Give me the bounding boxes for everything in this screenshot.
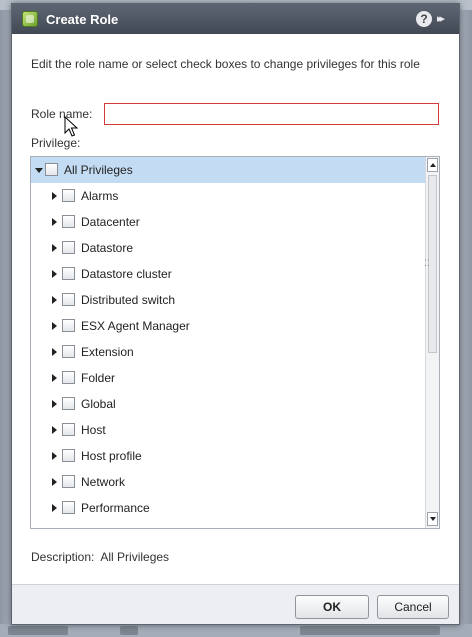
- chevron-right-icon[interactable]: [52, 244, 57, 252]
- tree-row[interactable]: Alarms: [31, 183, 425, 209]
- cancel-button[interactable]: Cancel: [377, 595, 449, 619]
- resize-grip-icon[interactable]: ⁚⁚: [424, 259, 430, 268]
- expand-icon[interactable]: ▸▸: [437, 10, 455, 28]
- tree-row-label: Folder: [81, 371, 116, 385]
- chevron-down-icon[interactable]: [35, 168, 43, 173]
- privilege-checkbox[interactable]: [62, 475, 75, 488]
- mouse-cursor-icon: [64, 116, 79, 137]
- tree-row-label: All Privileges: [64, 163, 133, 177]
- tree-row-label: Datastore: [81, 241, 134, 255]
- tree-row-label: Host profile: [81, 449, 142, 463]
- description-label: Description:: [31, 550, 95, 564]
- tree-row-label: Distributed switch: [81, 293, 176, 307]
- privilege-checkbox[interactable]: [62, 293, 75, 306]
- chevron-right-icon[interactable]: [52, 400, 57, 408]
- privilege-tree: All Privileges Alarms Datacenter Datastore D…: [30, 156, 440, 529]
- privilege-checkbox[interactable]: [62, 215, 75, 228]
- chevron-right-icon[interactable]: [52, 270, 57, 278]
- privilege-checkbox[interactable]: [62, 267, 75, 280]
- chevron-right-icon[interactable]: [52, 426, 57, 434]
- privilege-checkbox[interactable]: [62, 241, 75, 254]
- chevron-right-icon[interactable]: [52, 452, 57, 460]
- role-name-input[interactable]: [104, 103, 439, 125]
- tree-row[interactable]: Distributed switch: [31, 287, 425, 313]
- chevron-right-icon[interactable]: [52, 348, 57, 356]
- tree-row[interactable]: Host profile: [31, 443, 425, 469]
- chevron-right-icon[interactable]: [52, 374, 57, 382]
- tree-row[interactable]: Host: [31, 417, 425, 443]
- tree-row[interactable]: Datacenter: [31, 209, 425, 235]
- vsphere-role-icon: [22, 11, 38, 27]
- privilege-checkbox[interactable]: [45, 163, 58, 176]
- tree-row[interactable]: Extension: [31, 339, 425, 365]
- privilege-checkbox[interactable]: [62, 449, 75, 462]
- chevron-right-icon[interactable]: [52, 478, 57, 486]
- tree-row[interactable]: Datastore: [31, 235, 425, 261]
- scroll-down-button[interactable]: [427, 512, 438, 526]
- tree-row-label: Alarms: [81, 189, 119, 203]
- tree-row-label: ESX Agent Manager: [81, 319, 190, 333]
- privilege-checkbox[interactable]: [62, 397, 75, 410]
- scroll-up-button[interactable]: [427, 158, 438, 172]
- dialog-titlebar[interactable]: Create Role ? ▸▸: [12, 4, 459, 34]
- tree-scrollbar[interactable]: [425, 157, 439, 528]
- privilege-checkbox[interactable]: [62, 371, 75, 384]
- privilege-label: Privilege:: [31, 136, 81, 150]
- privilege-checkbox[interactable]: [62, 189, 75, 202]
- instructions-text: Edit the role name or select check boxes…: [31, 57, 420, 71]
- dialog-title: Create Role: [46, 12, 119, 27]
- privilege-checkbox[interactable]: [62, 319, 75, 332]
- background-taskbar: [0, 624, 472, 637]
- tree-row-label: Global: [81, 397, 116, 411]
- tree-row-label: Network: [81, 475, 126, 489]
- privilege-checkbox[interactable]: [62, 501, 75, 514]
- tree-row[interactable]: Performance: [31, 495, 425, 521]
- tree-row[interactable]: ESX Agent Manager: [31, 313, 425, 339]
- tree-row[interactable]: Global: [31, 391, 425, 417]
- dialog-footer: OK Cancel: [12, 584, 459, 624]
- help-icon[interactable]: ?: [416, 11, 432, 27]
- chevron-right-icon[interactable]: [52, 192, 57, 200]
- tree-row-label: Performance: [81, 501, 150, 515]
- tree-row-label: Extension: [81, 345, 134, 359]
- description-row: Description: All Privileges: [31, 550, 169, 564]
- tree-row[interactable]: Folder: [31, 365, 425, 391]
- tree-row[interactable]: Datastore cluster: [31, 261, 425, 287]
- chevron-right-icon[interactable]: [52, 322, 57, 330]
- create-role-dialog: Create Role ? ▸▸ Edit the role name or s…: [11, 3, 460, 625]
- chevron-right-icon[interactable]: [52, 218, 57, 226]
- tree-row-label: Datacenter: [81, 215, 140, 229]
- privilege-checkbox[interactable]: [62, 423, 75, 436]
- tree-row-label: Host: [81, 423, 106, 437]
- chevron-right-icon[interactable]: [52, 504, 57, 512]
- tree-row-all-privileges[interactable]: All Privileges: [31, 157, 425, 183]
- description-value: All Privileges: [100, 550, 170, 564]
- role-name-label: Role name:: [31, 107, 93, 121]
- tree-row-label: Datastore cluster: [81, 267, 172, 281]
- tree-row[interactable]: Network: [31, 469, 425, 495]
- ok-button[interactable]: OK: [295, 595, 369, 619]
- privilege-checkbox[interactable]: [62, 345, 75, 358]
- chevron-right-icon[interactable]: [52, 296, 57, 304]
